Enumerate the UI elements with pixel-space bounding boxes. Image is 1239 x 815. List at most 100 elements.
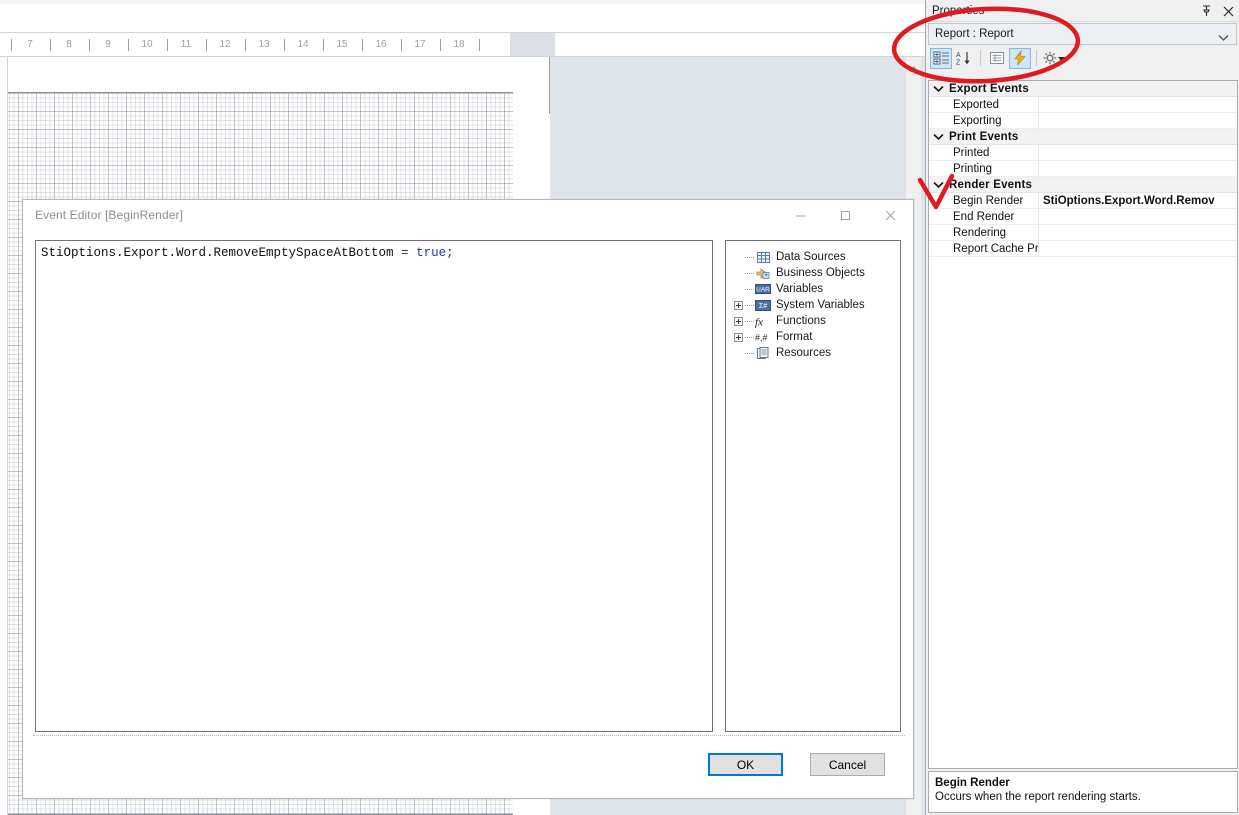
ruler-tick <box>50 39 51 51</box>
tree-connector <box>745 288 754 290</box>
minimize-button[interactable] <box>778 200 823 230</box>
property-value[interactable]: StiOptions.Export.Word.Remov <box>1039 193 1237 209</box>
ruler-label: 16 <box>375 39 387 50</box>
ruler-label: 10 <box>141 39 153 50</box>
business-objects-icon <box>755 266 771 280</box>
property-row[interactable]: Exporting <box>929 112 1237 129</box>
ok-button[interactable]: OK <box>708 753 783 776</box>
dialog-title-bar[interactable]: Event Editor [BeginRender] <box>23 200 913 230</box>
dialog-window-controls <box>778 200 913 230</box>
table-icon <box>755 250 771 264</box>
description-text: Occurs when the report rendering starts. <box>935 791 1141 803</box>
horizontal-ruler[interactable]: 7 8 9 10 11 12 13 14 15 16 17 18 <box>0 33 925 57</box>
scroll-up-arrow-icon[interactable] <box>909 60 919 78</box>
events-button[interactable] <box>1009 47 1031 69</box>
property-row[interactable]: Begin Render StiOptions.Export.Word.Remov <box>929 192 1237 209</box>
svg-text:UAR: UAR <box>756 287 770 294</box>
fx-icon: fx <box>755 314 771 328</box>
property-row[interactable]: Exported <box>929 96 1237 113</box>
property-value[interactable] <box>1039 209 1237 225</box>
svg-text:Z: Z <box>956 60 961 67</box>
var-icon: UAR <box>755 282 771 296</box>
ruler-label: 17 <box>414 39 426 50</box>
categorized-view-button[interactable] <box>930 47 952 69</box>
vertical-ruler[interactable] <box>0 57 8 815</box>
pin-icon[interactable] <box>1199 3 1213 19</box>
sigma-hash-icon: Σ# <box>755 298 771 312</box>
dictionary-tree[interactable]: Data Sources Business Objects UAR Variables… <box>725 240 901 732</box>
expand-plus-icon[interactable] <box>734 316 743 326</box>
expand-plus-icon[interactable] <box>734 332 743 342</box>
code-keyword: true <box>416 246 447 260</box>
alphabetical-sort-button[interactable]: A Z <box>953 48 975 69</box>
tree-item-data-sources[interactable]: Data Sources <box>734 249 896 265</box>
gear-dropdown-arrow-icon[interactable] <box>1058 49 1065 67</box>
property-row[interactable]: Printing <box>929 160 1237 177</box>
dialog-body: StiOptions.Export.Word.RemoveEmptySpaceA… <box>23 230 913 755</box>
ruler-tick <box>167 39 168 51</box>
toolbar-separator <box>980 50 981 66</box>
tree-item-variables[interactable]: UAR Variables <box>734 281 896 297</box>
property-category-render[interactable]: Render Events <box>929 177 1237 193</box>
ruler-tick <box>323 39 324 51</box>
property-row[interactable]: End Render <box>929 208 1237 225</box>
property-name: Printed <box>929 144 1039 161</box>
category-label: Render Events <box>949 178 1033 191</box>
designer-top-strip-edge <box>0 0 925 4</box>
close-button[interactable] <box>868 200 913 230</box>
dialog-title: Event Editor [BeginRender] <box>35 208 184 222</box>
property-value[interactable] <box>1039 113 1237 129</box>
tree-item-functions[interactable]: fx Functions <box>734 313 896 329</box>
property-name: End Render <box>929 208 1039 225</box>
property-description-box: Begin Render Occurs when the report rend… <box>928 771 1238 813</box>
property-value[interactable] <box>1039 145 1237 161</box>
code-line: StiOptions.Export.Word.RemoveEmptySpaceA… <box>41 245 708 261</box>
close-icon[interactable] <box>1221 3 1235 19</box>
ruler-tail-blank <box>555 33 925 56</box>
tree-item-label: Business Objects <box>776 267 865 279</box>
ruler-tick <box>128 39 129 51</box>
property-category-export[interactable]: Export Events <box>929 81 1237 97</box>
svg-text:A: A <box>956 52 961 59</box>
tree-item-format[interactable]: #,# Format <box>734 329 896 345</box>
property-category-print[interactable]: Print Events <box>929 129 1237 145</box>
chevron-down-icon[interactable] <box>929 177 947 193</box>
maximize-button[interactable] <box>823 200 868 230</box>
event-editor-dialog[interactable]: Event Editor [BeginRender] StiOptions.Ex… <box>22 199 914 799</box>
ruler-label: 15 <box>336 39 348 50</box>
properties-grid[interactable]: Export Events Exported Exporting Print Even… <box>928 80 1238 769</box>
tree-connector <box>745 304 754 306</box>
object-selector-combobox[interactable]: Report : Report <box>928 23 1237 45</box>
tree-item-business-objects[interactable]: Business Objects <box>734 265 896 281</box>
ruler-label: 8 <box>66 39 72 50</box>
ruler-label: 13 <box>258 39 270 50</box>
property-value[interactable] <box>1039 241 1237 257</box>
code-editor[interactable]: StiOptions.Export.Word.RemoveEmptySpaceA… <box>35 240 713 732</box>
ruler-label: 11 <box>180 39 192 50</box>
property-value[interactable] <box>1039 225 1237 241</box>
svg-text:#,#: #,# <box>755 333 768 343</box>
property-row[interactable]: Report Cache Process <box>929 240 1237 257</box>
tree-item-system-variables[interactable]: Σ# System Variables <box>734 297 896 313</box>
property-name: Begin Render <box>929 192 1039 209</box>
property-value[interactable] <box>1039 97 1237 113</box>
chevron-down-icon[interactable] <box>1218 29 1229 47</box>
properties-button[interactable] <box>986 48 1008 69</box>
ruler-tick <box>284 39 285 51</box>
tree-item-label: System Variables <box>776 299 865 311</box>
settings-button[interactable] <box>1042 48 1066 69</box>
dialog-footer: OK Cancel <box>23 735 913 798</box>
cancel-button[interactable]: Cancel <box>810 753 885 776</box>
property-value[interactable] <box>1039 161 1237 177</box>
property-row[interactable]: Rendering <box>929 224 1237 241</box>
expand-plus-icon[interactable] <box>734 300 743 310</box>
property-name: Exporting <box>929 112 1039 129</box>
tree-item-resources[interactable]: Resources <box>734 345 896 361</box>
properties-panel: Properties Report : Report A Z Export Ev… <box>925 0 1239 815</box>
tree-connector <box>745 256 754 258</box>
chevron-down-icon[interactable] <box>929 81 947 97</box>
chevron-down-icon[interactable] <box>929 129 947 145</box>
tree-connector <box>745 320 754 322</box>
property-row[interactable]: Printed <box>929 144 1237 161</box>
property-name: Report Cache Process <box>929 240 1039 257</box>
